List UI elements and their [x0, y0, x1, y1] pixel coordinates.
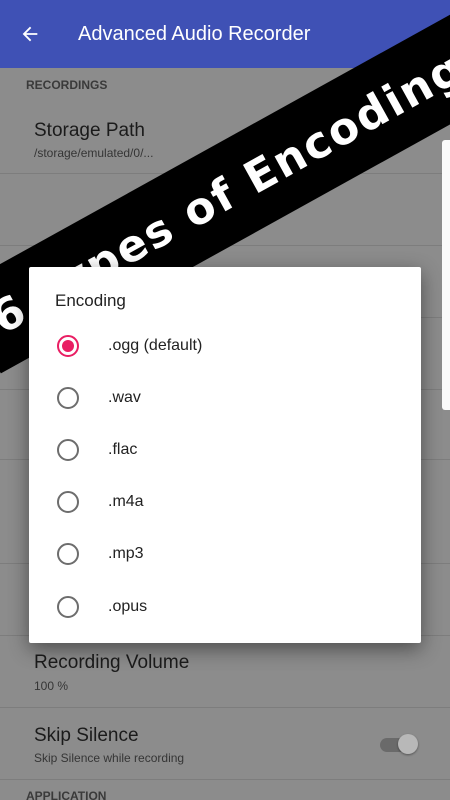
radio-button[interactable]: [57, 543, 79, 565]
arrow-left-icon: [22, 26, 38, 42]
encoding-option-wav[interactable]: .wav: [29, 372, 421, 424]
option-label: .wav: [108, 389, 141, 406]
scrollbar[interactable]: [442, 140, 450, 410]
encoding-option-flac[interactable]: .flac: [29, 424, 421, 476]
radio-button[interactable]: [57, 439, 79, 461]
pref-skip-silence[interactable]: Skip Silence Skip Silence while recordin…: [0, 708, 450, 780]
radio-button[interactable]: [57, 387, 79, 409]
option-label: .mp3: [108, 545, 144, 562]
page-title: Advanced Audio Recorder: [78, 22, 311, 45]
radio-button[interactable]: [57, 596, 79, 618]
encoding-option-opus[interactable]: .opus: [29, 581, 421, 633]
encoding-option-ogg[interactable]: .ogg (default): [29, 320, 421, 372]
toggle-knob: [398, 734, 418, 754]
back-button[interactable]: [0, 0, 60, 68]
radio-button[interactable]: [57, 491, 79, 513]
option-label: .ogg (default): [108, 337, 203, 354]
option-label: .opus: [108, 598, 148, 615]
option-label: .flac: [108, 441, 138, 458]
encoding-option-m4a[interactable]: .m4a: [29, 476, 421, 528]
section-header-application: APPLICATION: [26, 789, 107, 800]
pref-title: Recording Volume: [34, 652, 190, 673]
radio-button-checked[interactable]: [57, 335, 79, 357]
pref-summary: Skip Silence while recording: [34, 751, 185, 765]
dialog-title: Encoding: [55, 291, 126, 310]
pref-title: Skip Silence: [34, 725, 139, 746]
option-label: .m4a: [108, 493, 144, 510]
encoding-option-mp3[interactable]: .mp3: [29, 528, 421, 580]
pref-summary: 100 %: [34, 679, 69, 693]
pref-summary: /storage/emulated/0/...: [34, 146, 154, 160]
encoding-dialog: Encoding .ogg (default) .wav .flac .m4a …: [29, 267, 421, 643]
pref-recording-volume[interactable]: Recording Volume 100 %: [0, 636, 450, 708]
skip-silence-toggle[interactable]: [380, 734, 418, 754]
pref-title: Storage Path: [34, 120, 145, 141]
section-header-recordings: RECORDINGS: [26, 78, 108, 92]
